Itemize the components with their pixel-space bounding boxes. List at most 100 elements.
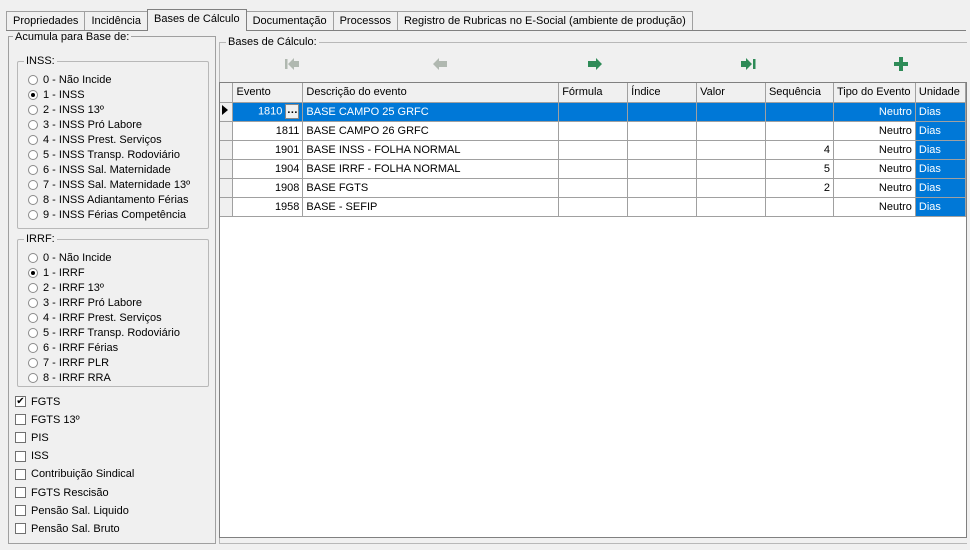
irrf-option[interactable]: 3 - IRRF Pró Labore xyxy=(28,296,142,309)
cell-descricao[interactable]: BASE IRRF - FOLHA NORMAL xyxy=(302,159,560,179)
irrf-option[interactable]: 2 - IRRF 13º xyxy=(28,281,104,294)
checkbox[interactable] xyxy=(15,414,26,426)
cell-unidade[interactable]: Dias xyxy=(915,178,967,198)
radio-button[interactable] xyxy=(28,297,38,308)
irrf-option[interactable]: 8 - IRRF RRA xyxy=(28,371,111,384)
checkbox[interactable] xyxy=(15,468,26,480)
radio-button[interactable] xyxy=(28,209,38,220)
tab-registro-esocial[interactable]: Registro de Rubricas no E-Social (ambien… xyxy=(396,11,693,31)
radio-button[interactable] xyxy=(28,164,38,175)
row-indicator[interactable] xyxy=(220,102,234,122)
inss-option[interactable]: 7 - INSS Sal. Maternidade 13º xyxy=(28,178,190,191)
cell-sequencia[interactable]: 4 xyxy=(765,140,834,160)
cell-indice[interactable] xyxy=(627,178,698,198)
row-indicator[interactable] xyxy=(220,178,234,198)
cell-indice[interactable] xyxy=(627,140,698,160)
cell-indice[interactable] xyxy=(627,121,698,141)
radio-button[interactable] xyxy=(28,149,38,160)
inss-option[interactable]: 9 - INSS Férias Competência xyxy=(28,208,186,221)
cell-descricao[interactable]: BASE - SEFIP xyxy=(302,197,560,217)
cell-evento[interactable]: 1908 xyxy=(232,178,304,198)
cell-descricao[interactable]: BASE FGTS xyxy=(302,178,560,198)
irrf-option[interactable]: 1 - IRRF xyxy=(28,266,85,279)
table-row[interactable]: 1908 BASE FGTS 2 Neutro Dias xyxy=(220,178,967,198)
col-header-evento[interactable]: Evento xyxy=(232,83,304,103)
radio-button[interactable] xyxy=(28,134,38,145)
cell-unidade[interactable]: Dias xyxy=(915,197,967,217)
cell-valor[interactable] xyxy=(696,121,766,141)
irrf-option[interactable]: 6 - IRRF Férias xyxy=(28,341,118,354)
irrf-option[interactable]: 0 - Não Incide xyxy=(28,251,111,264)
inss-option[interactable]: 0 - Não Incide xyxy=(28,73,111,86)
checkbox-row[interactable]: Pensão Sal. Bruto xyxy=(15,522,120,535)
next-record-button[interactable] xyxy=(580,52,610,76)
cell-sequencia[interactable] xyxy=(765,102,834,122)
inss-option[interactable]: 8 - INSS Adiantamento Férias xyxy=(28,193,189,206)
tab-documentacao[interactable]: Documentação xyxy=(245,11,334,31)
radio-button[interactable] xyxy=(28,194,38,205)
cell-descricao[interactable]: BASE CAMPO 25 GRFC xyxy=(302,102,560,122)
cell-indice[interactable] xyxy=(627,159,698,179)
cell-formula[interactable] xyxy=(558,159,629,179)
row-indicator[interactable] xyxy=(220,159,234,179)
cell-tipo[interactable]: Neutro xyxy=(833,102,916,122)
cell-valor[interactable] xyxy=(696,159,766,179)
first-record-button[interactable] xyxy=(277,52,307,76)
col-header-sequencia[interactable]: Sequência xyxy=(765,83,834,103)
checkbox[interactable] xyxy=(15,523,26,535)
irrf-option[interactable]: 5 - IRRF Transp. Rodoviário xyxy=(28,326,180,339)
radio-button[interactable] xyxy=(28,282,38,293)
cell-valor[interactable] xyxy=(696,178,766,198)
inss-option[interactable]: 1 - INSS xyxy=(28,88,85,101)
radio-button[interactable] xyxy=(28,104,38,115)
radio-button[interactable] xyxy=(28,119,38,130)
col-header-indice[interactable]: Índice xyxy=(627,83,698,103)
prior-record-button[interactable] xyxy=(425,52,455,76)
row-indicator[interactable] xyxy=(220,121,234,141)
radio-button[interactable] xyxy=(28,327,38,338)
checkbox[interactable] xyxy=(15,432,26,444)
checkbox-row[interactable]: Contribuição Sindical xyxy=(15,468,134,481)
cell-unidade[interactable]: Dias xyxy=(915,140,967,160)
radio-button[interactable] xyxy=(28,252,38,263)
last-record-button[interactable] xyxy=(734,52,764,76)
cell-unidade[interactable]: Dias xyxy=(915,159,967,179)
radio-button[interactable] xyxy=(28,372,38,383)
radio-button[interactable] xyxy=(28,312,38,323)
checkbox-row[interactable]: Pensão Sal. Liquido xyxy=(15,504,129,517)
tab-bases-de-calculo[interactable]: Bases de Cálculo xyxy=(146,9,247,31)
cell-formula[interactable] xyxy=(558,197,629,217)
checkbox[interactable]: ✔ xyxy=(15,396,26,407)
cell-evento[interactable]: 1810… xyxy=(232,102,304,122)
checkbox-row[interactable]: PIS xyxy=(15,431,49,444)
cell-evento[interactable]: 1901 xyxy=(232,140,304,160)
cell-descricao[interactable]: BASE INSS - FOLHA NORMAL xyxy=(302,140,560,160)
col-header-formula[interactable]: Fórmula xyxy=(558,83,629,103)
cell-valor[interactable] xyxy=(696,140,766,160)
tab-propriedades[interactable]: Propriedades xyxy=(6,11,86,31)
cell-tipo[interactable]: Neutro xyxy=(833,178,916,198)
cell-unidade[interactable]: Dias xyxy=(915,102,967,122)
cell-unidade[interactable]: Dias xyxy=(915,121,967,141)
cell-tipo[interactable]: Neutro xyxy=(833,140,916,160)
inss-option[interactable]: 2 - INSS 13º xyxy=(28,103,104,116)
irrf-option[interactable]: 4 - IRRF Prest. Serviços xyxy=(28,311,162,324)
cell-formula[interactable] xyxy=(558,121,629,141)
checkbox[interactable] xyxy=(15,487,26,498)
inss-option[interactable]: 3 - INSS Pró Labore xyxy=(28,118,142,131)
cell-evento[interactable]: 1958 xyxy=(232,197,304,217)
cell-tipo[interactable]: Neutro xyxy=(833,197,916,217)
col-header-tipo[interactable]: Tipo do Evento xyxy=(833,83,916,103)
cell-evento[interactable]: 1904 xyxy=(232,159,304,179)
radio-button[interactable] xyxy=(28,357,38,368)
table-row[interactable]: 1958 BASE - SEFIP Neutro Dias xyxy=(220,197,967,217)
checkbox[interactable] xyxy=(15,505,26,517)
cell-valor[interactable] xyxy=(696,197,766,217)
col-header-valor[interactable]: Valor xyxy=(696,83,766,103)
cell-formula[interactable] xyxy=(558,140,629,160)
checkbox-row[interactable]: FGTS Rescisão xyxy=(15,486,109,499)
table-row[interactable]: 1810… BASE CAMPO 25 GRFC Neutro Dias xyxy=(220,102,967,122)
cell-tipo[interactable]: Neutro xyxy=(833,121,916,141)
radio-button[interactable] xyxy=(28,342,38,353)
checkbox-row[interactable]: FGTS 13º xyxy=(15,413,80,426)
